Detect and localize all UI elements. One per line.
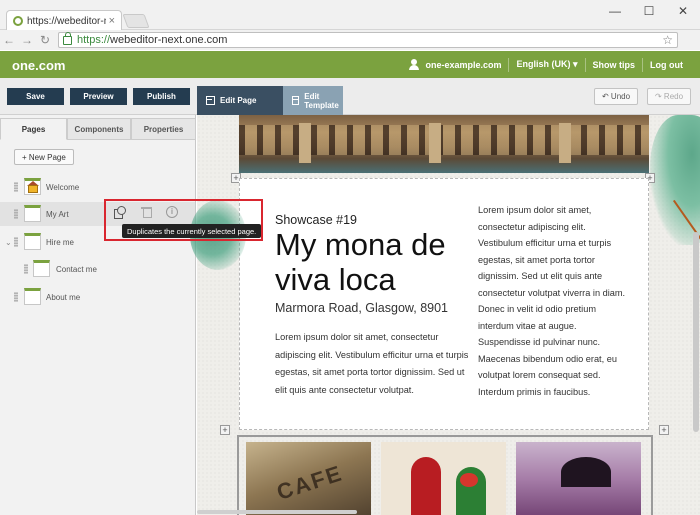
url-scheme: https:// (77, 34, 111, 46)
section-handle-icon[interactable]: + (659, 425, 669, 435)
page-icon (24, 233, 41, 250)
user-icon (409, 59, 420, 70)
page-label: Hire me (46, 237, 75, 247)
duplicate-tooltip: Duplicates the currently selected page. (122, 224, 262, 238)
gallery-image-parrots[interactable] (381, 442, 506, 515)
gallery-image-palms[interactable] (516, 442, 641, 515)
body-paragraph-left[interactable]: Lorem ipsum dolor sit amet, consectetur … (275, 329, 475, 399)
drag-handle-icon[interactable] (14, 237, 18, 247)
edit-template-icon (292, 96, 300, 105)
tab-properties[interactable]: Properties (131, 118, 196, 140)
drag-handle-icon[interactable] (14, 182, 18, 192)
account-link[interactable]: one-example.com (402, 57, 510, 72)
browser-tab-bar: https://webeditor-next.one × — ☐ ✕ (0, 0, 700, 31)
url-input[interactable]: https:// webeditor-next.one.com ☆ (58, 31, 678, 48)
close-tab-icon[interactable]: × (109, 15, 115, 27)
new-page-button[interactable]: + New Page (14, 149, 74, 165)
page-row-contact-me[interactable]: Contact me (0, 257, 195, 281)
parrot-green (456, 467, 486, 515)
header-image[interactable] (239, 115, 649, 173)
section-handle-icon[interactable]: + (220, 425, 230, 435)
forward-icon[interactable]: → (18, 33, 36, 47)
header-links: one-example.com English (UK) ▾ Show tips… (402, 51, 690, 78)
minimize-button[interactable]: — (598, 0, 632, 22)
publish-button[interactable]: Publish (133, 88, 190, 105)
url-host: webeditor-next.one.com (110, 34, 228, 46)
image-pillar (559, 123, 571, 163)
address-bar: ← → ↻ https:// webeditor-next.one.com ☆ (0, 30, 700, 50)
page-label: Welcome (46, 182, 80, 192)
parrot-red (411, 457, 441, 515)
page-label: My Art (46, 209, 69, 219)
logout-link[interactable]: Log out (643, 58, 690, 72)
logo[interactable]: one.com (12, 58, 65, 73)
palm-silhouette (561, 457, 611, 487)
page-icon (24, 205, 41, 222)
showcase-label[interactable]: Showcase #19 (275, 213, 357, 227)
image-pillar (299, 123, 311, 163)
language-dropdown[interactable]: English (UK) ▾ (509, 57, 586, 72)
coffee-bag-text: CAFE (273, 460, 346, 505)
home-page-icon (24, 178, 41, 195)
window-controls: — ☐ ✕ (598, 0, 700, 22)
account-name: one-example.com (425, 59, 502, 70)
page-row-about-me[interactable]: About me (0, 285, 195, 309)
favicon-icon (13, 16, 23, 26)
back-icon[interactable]: ← (0, 33, 18, 47)
new-tab-button[interactable] (122, 14, 150, 28)
browser-tab-title: https://webeditor-next.one (27, 15, 106, 27)
body-paragraph-right[interactable]: Lorem ipsum dolor sit amet, consectetur … (478, 202, 628, 400)
page-row-welcome[interactable]: Welcome (0, 175, 195, 199)
reload-icon[interactable]: ↻ (36, 33, 54, 47)
save-button[interactable]: Save (7, 88, 64, 105)
sidebar-tabs: Pages Components Properties (0, 118, 196, 140)
gallery-image-coffee[interactable]: CAFE (246, 442, 371, 515)
drag-handle-icon[interactable] (14, 209, 18, 219)
drag-handle-icon[interactable] (24, 264, 28, 274)
page-label: About me (46, 292, 81, 302)
tab-components[interactable]: Components (67, 118, 131, 140)
drag-handle-icon[interactable] (14, 292, 18, 302)
close-window-button[interactable]: ✕ (666, 0, 700, 22)
edit-template-tab[interactable]: Edit Template (283, 86, 343, 115)
image-pillar (429, 123, 441, 163)
page-heading[interactable]: My mona de viva loca (275, 227, 465, 297)
chevron-down-icon[interactable]: ⌄ (5, 238, 12, 247)
undo-button[interactable]: ↶ Undo (594, 88, 639, 105)
edit-page-icon (206, 96, 215, 105)
edit-template-label: Edit Template (304, 91, 339, 110)
lock-icon (63, 31, 72, 45)
edit-page-tab[interactable]: Edit Page (197, 86, 283, 115)
redo-button[interactable]: ↷ Redo (647, 88, 692, 105)
browser-tab[interactable]: https://webeditor-next.one × (6, 10, 122, 31)
preview-button[interactable]: Preview (70, 88, 127, 105)
app-header: one.com one-example.com English (UK) ▾ S… (0, 51, 700, 78)
horizontal-scrollbar[interactable] (197, 510, 357, 514)
maximize-button[interactable]: ☐ (632, 0, 666, 22)
bookmark-star-icon[interactable]: ☆ (662, 33, 673, 47)
page-icon (33, 260, 50, 277)
editor-toolbar: Save Preview Publish Edit Page Edit Temp… (0, 78, 700, 115)
edit-page-label: Edit Page (220, 96, 257, 105)
vertical-scrollbar[interactable] (693, 232, 699, 432)
page-label: Contact me (56, 264, 97, 274)
page-icon (24, 288, 41, 305)
address-text[interactable]: Marmora Road, Glasgow, 8901 (275, 301, 448, 315)
show-tips-link[interactable]: Show tips (586, 57, 643, 72)
tab-pages[interactable]: Pages (0, 118, 67, 140)
